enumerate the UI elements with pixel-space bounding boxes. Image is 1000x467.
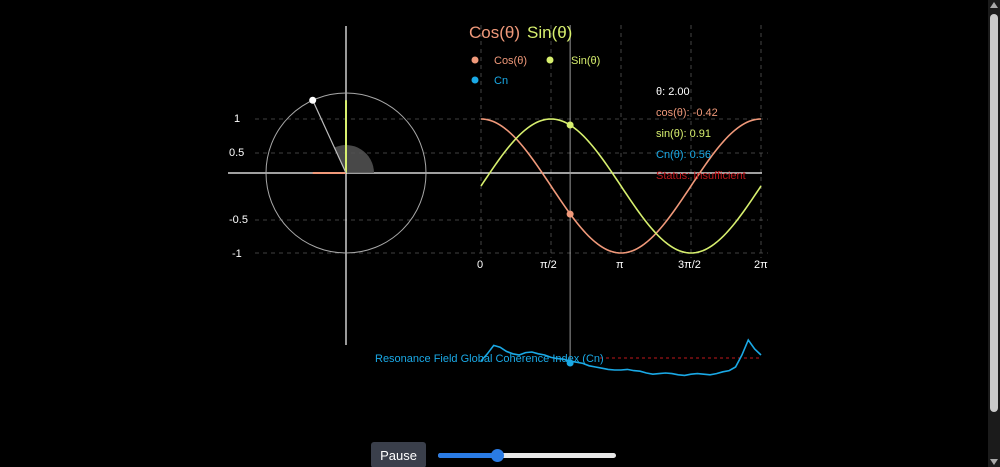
speed-slider-fill <box>438 453 497 458</box>
circle-y-label-neg-0-5: -0.5 <box>229 214 248 226</box>
sin-point <box>566 121 574 129</box>
readout-status: Status: Insufficient <box>656 170 746 182</box>
wave-x-label-3pi-half: 3π/2 <box>678 259 701 271</box>
legend-title-sin: Sin(θ) <box>527 23 572 42</box>
scroll-up-arrow-icon[interactable] <box>990 2 998 8</box>
legend-cos-dot <box>471 56 479 64</box>
readout-cos: cos(θ): -0.42 <box>656 107 718 119</box>
trig-visualization: Cos(θ) Sin(θ) Cos(θ) Sin(θ) Cn θ: 2.00 c… <box>228 23 768 377</box>
pause-button[interactable]: Pause <box>371 442 426 467</box>
readout-sin: sin(θ): 0.91 <box>656 128 711 140</box>
circle-y-label-0-5: 0.5 <box>229 147 244 159</box>
angle-wedge <box>334 145 374 173</box>
circle-y-label-1: 1 <box>234 113 240 125</box>
speed-slider-knob[interactable] <box>490 449 504 462</box>
circle-y-label-neg-1: -1 <box>232 248 242 260</box>
cn-chart-label: Resonance Field Global Coherence Index (… <box>375 353 604 365</box>
angle-point <box>309 96 317 104</box>
speed-slider[interactable] <box>438 445 616 465</box>
legend-title-cos: Cos(θ) <box>469 23 520 42</box>
legend-sin-dot <box>546 56 554 64</box>
legend-cn-dot <box>471 76 479 84</box>
visualization-stage: Cos(θ) Sin(θ) Cos(θ) Sin(θ) Cn θ: 2.00 c… <box>0 0 988 467</box>
wave-x-label-pi: π <box>616 259 624 271</box>
playback-controls: Pause <box>371 442 616 467</box>
unit-circle-panel <box>228 26 762 345</box>
wave-x-label-2pi: 2π <box>754 259 768 271</box>
readout-theta: θ: 2.00 <box>656 86 690 98</box>
legend-cn-label: Cn <box>494 75 508 87</box>
radius-line <box>312 100 347 174</box>
wave-x-label-pi-half: π/2 <box>540 259 557 271</box>
scroll-down-arrow-icon[interactable] <box>990 459 998 465</box>
cos-point <box>566 210 574 218</box>
wave-x-label-0: 0 <box>477 259 483 271</box>
vertical-scrollbar[interactable] <box>988 0 1000 467</box>
legend-cos-label: Cos(θ) <box>494 55 527 67</box>
readout-cn: Cn(θ): 0.56 <box>656 149 711 161</box>
scrollbar-thumb[interactable] <box>990 14 998 412</box>
legend-sin-label: Sin(θ) <box>571 55 600 67</box>
